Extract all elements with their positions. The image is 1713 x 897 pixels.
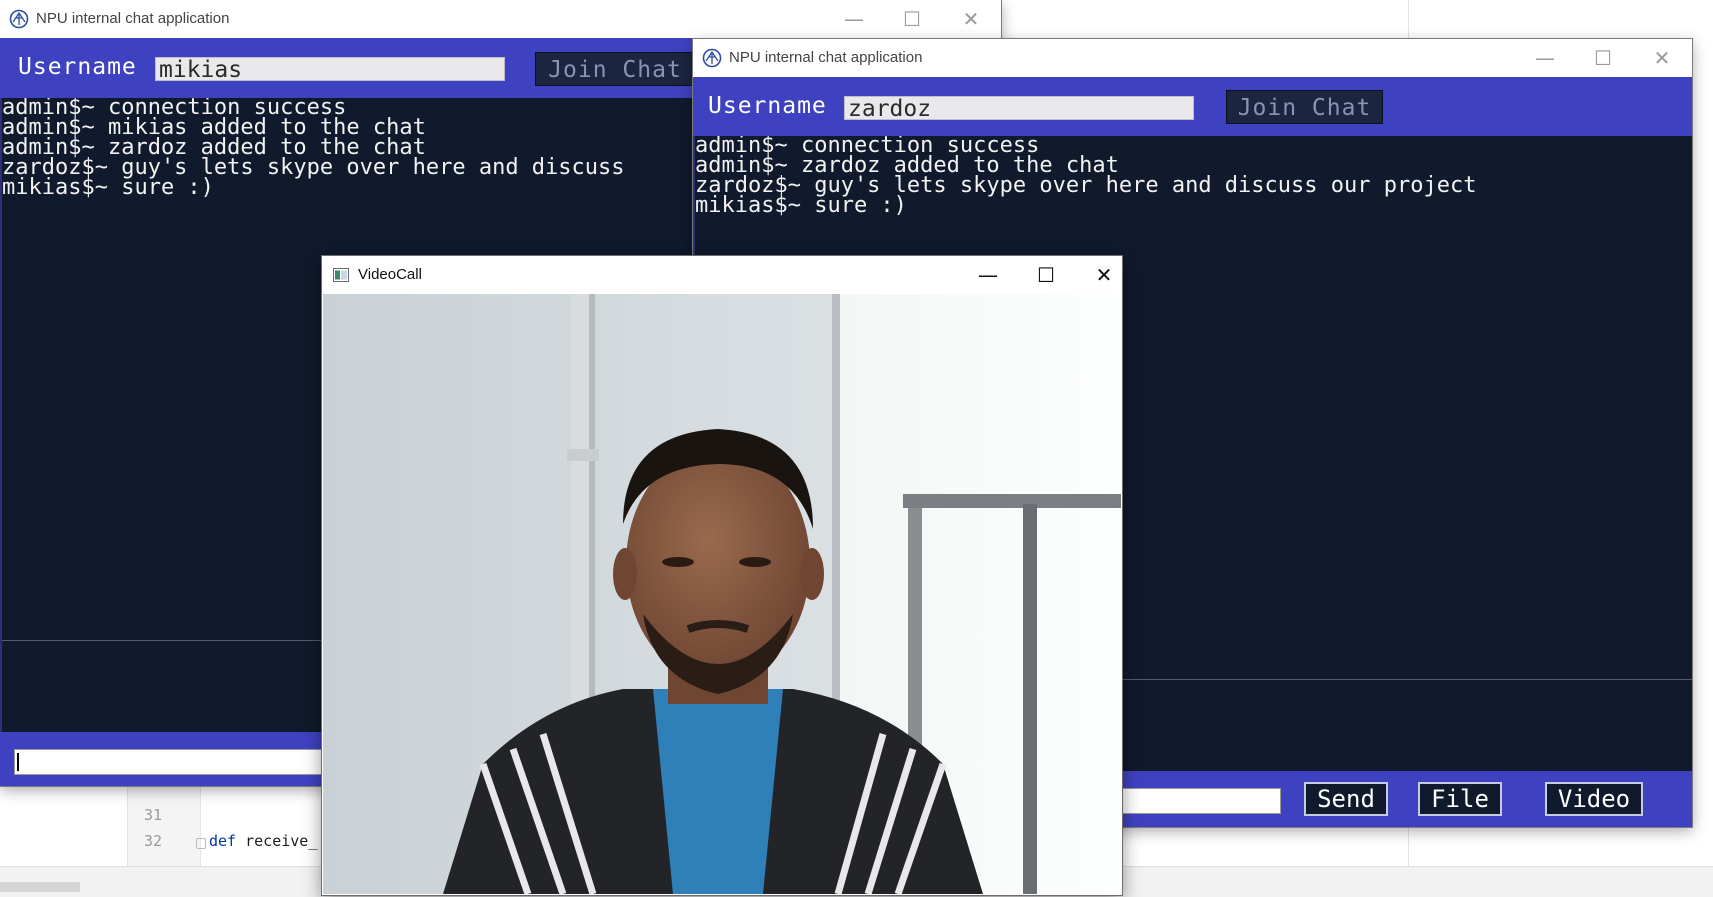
window-title: NPU internal chat application bbox=[729, 49, 923, 66]
video-button[interactable]: Video bbox=[1545, 782, 1643, 816]
minimize-icon[interactable]: — bbox=[841, 6, 867, 32]
username-input[interactable]: zardoz bbox=[844, 96, 1194, 120]
ide-code-line[interactable]: def receive_ bbox=[209, 832, 317, 850]
maximize-icon[interactable]: ☐ bbox=[1033, 262, 1059, 288]
ide-line-number: 31 bbox=[143, 806, 162, 824]
ide-scrollbar[interactable] bbox=[0, 882, 80, 892]
username-label: Username bbox=[708, 93, 827, 119]
close-icon[interactable]: ✕ bbox=[1649, 45, 1675, 71]
ide-gutter bbox=[128, 780, 201, 880]
ide-code-text: receive_ bbox=[236, 832, 318, 850]
title-bar[interactable]: NPU internal chat application — ☐ ✕ bbox=[0, 0, 1001, 38]
window-title: NPU internal chat application bbox=[36, 10, 230, 27]
title-bar[interactable]: NPU internal chat application — ☐ ✕ bbox=[693, 39, 1692, 77]
chat-message: mikias$~ sure :) bbox=[695, 193, 907, 218]
ide-keyword: def bbox=[209, 832, 237, 850]
file-button[interactable]: File bbox=[1418, 782, 1502, 816]
video-feed[interactable] bbox=[323, 294, 1121, 894]
username-input[interactable]: mikias bbox=[155, 57, 505, 81]
text-caret bbox=[17, 753, 19, 771]
maximize-icon[interactable]: ☐ bbox=[899, 6, 925, 32]
window-icon bbox=[333, 268, 349, 282]
maximize-icon[interactable]: ☐ bbox=[1590, 45, 1616, 71]
window-title: VideoCall bbox=[358, 266, 422, 283]
minimize-icon[interactable]: — bbox=[1532, 45, 1558, 71]
ide-line-number: 32 bbox=[143, 832, 162, 850]
app-logo-icon bbox=[702, 48, 722, 68]
fold-icon[interactable] bbox=[196, 838, 206, 849]
webcam-frame-image bbox=[323, 294, 1121, 894]
video-call-window: VideoCall — ☐ ✕ bbox=[322, 256, 1122, 895]
title-bar[interactable]: VideoCall — ☐ ✕ bbox=[322, 256, 1122, 294]
username-bar: Username zardoz Join Chat bbox=[693, 77, 1692, 136]
join-chat-button[interactable]: Join Chat bbox=[535, 52, 695, 86]
close-icon[interactable]: ✕ bbox=[958, 6, 984, 32]
close-icon[interactable]: ✕ bbox=[1091, 262, 1117, 288]
username-label: Username bbox=[18, 54, 137, 80]
minimize-icon[interactable]: — bbox=[975, 262, 1001, 288]
join-chat-button[interactable]: Join Chat bbox=[1226, 90, 1383, 124]
send-button[interactable]: Send bbox=[1304, 782, 1388, 816]
app-logo-icon bbox=[9, 9, 29, 29]
